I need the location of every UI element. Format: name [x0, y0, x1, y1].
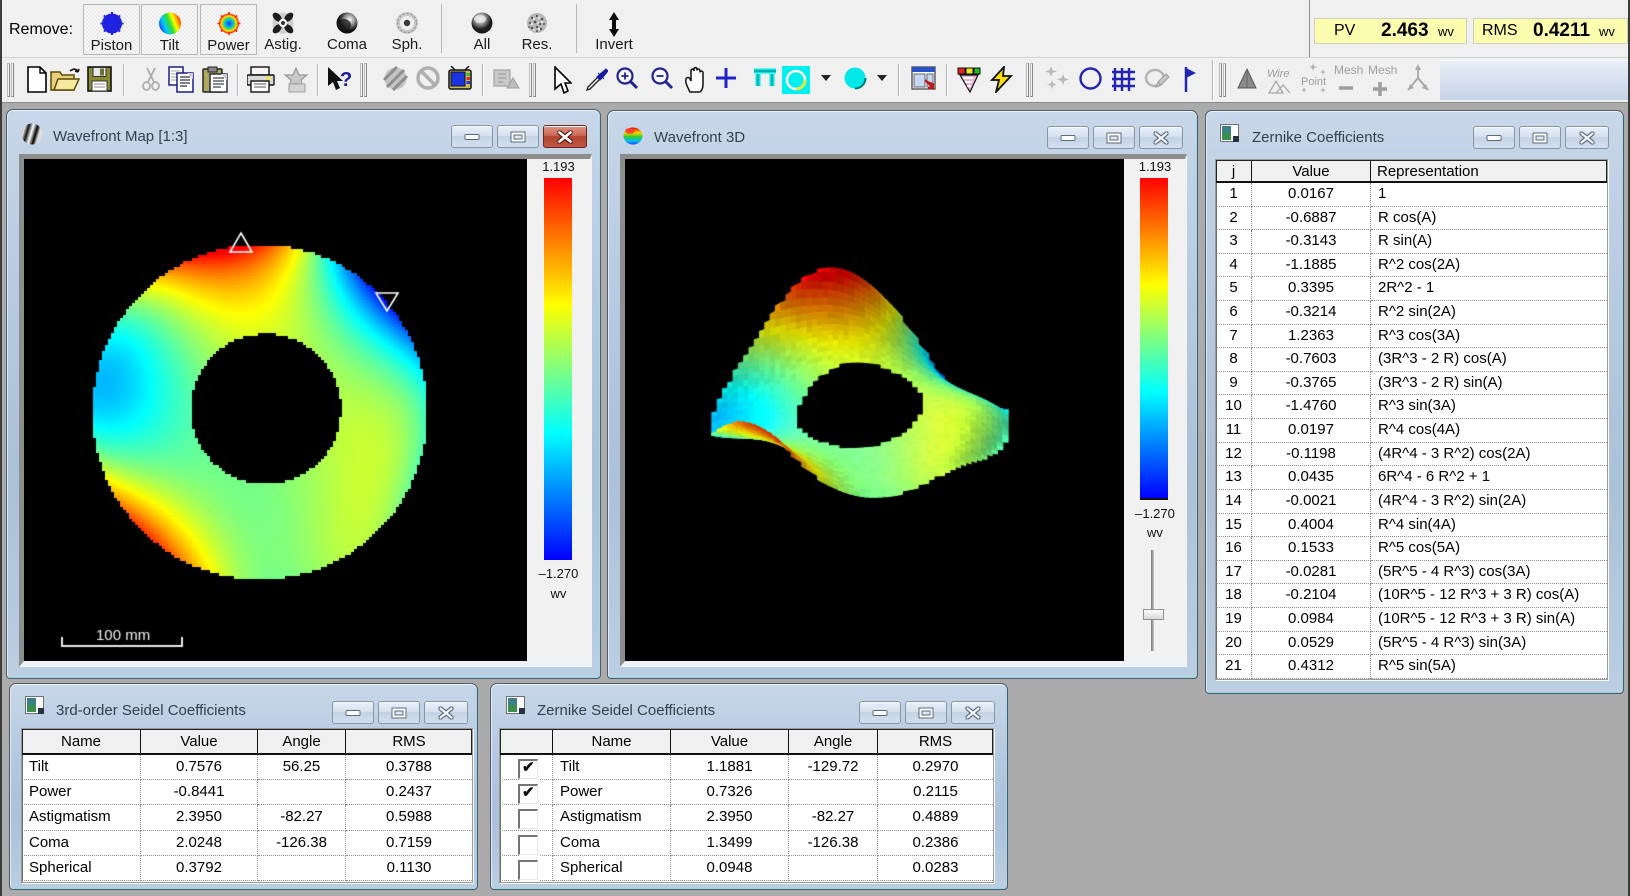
svg-text:Point: Point — [1301, 76, 1326, 88]
svg-text:?: ? — [340, 69, 352, 91]
svg-text:Mesh: Mesh — [1334, 63, 1363, 77]
svg-text:Mesh: Mesh — [1368, 63, 1397, 77]
svg-text:Wire: Wire — [1267, 68, 1290, 80]
